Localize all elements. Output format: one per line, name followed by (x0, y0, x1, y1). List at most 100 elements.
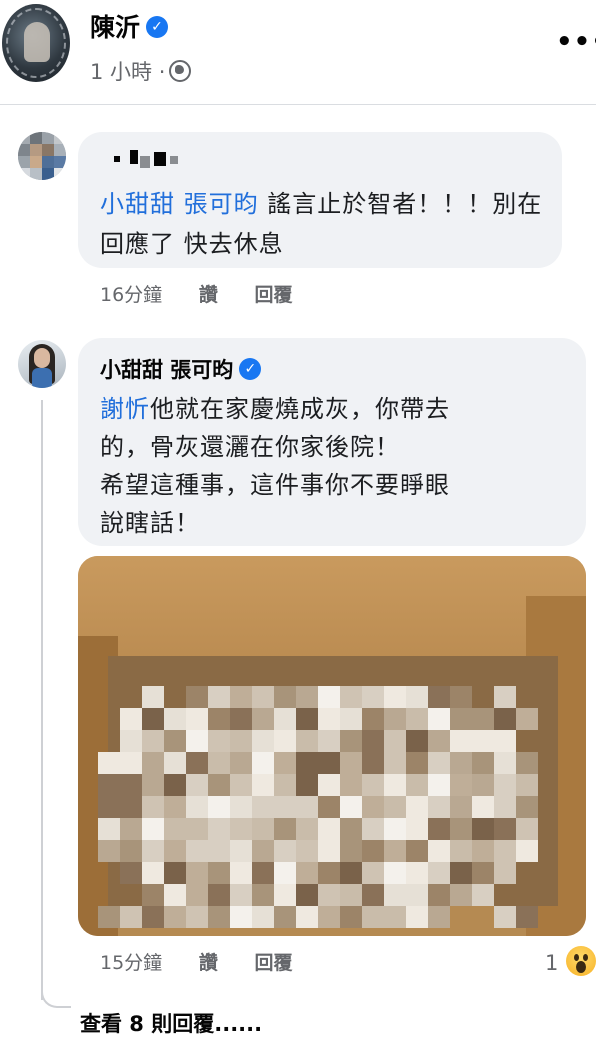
mosaic-tile (98, 752, 120, 774)
mosaic-tile (164, 818, 186, 840)
mosaic-tile (208, 818, 230, 840)
mosaic-tile (186, 774, 208, 796)
comment-text: 謝忻他就在家慶燒成灰，你帶去 的，骨灰還灑在你家後院！ 希望這種事，這件事你不要… (100, 390, 570, 542)
comment-avatar[interactable] (18, 340, 66, 388)
post-author-name[interactable]: 陳沂 ✓ (90, 12, 169, 44)
mosaic-tile (340, 708, 362, 730)
mosaic-tile (340, 686, 362, 708)
mosaic-tile (472, 730, 494, 752)
comment-author-name[interactable]: 小甜甜 張可昀 ✓ (100, 356, 262, 384)
mention-link[interactable]: 謝忻 (100, 395, 150, 423)
mosaic-tile (362, 686, 384, 708)
mosaic-tile (406, 862, 428, 884)
mosaic-tile (362, 730, 384, 752)
mosaic-tile (384, 774, 406, 796)
mosaic-tile (208, 774, 230, 796)
view-replies-link[interactable]: 查看 8 則回覆...... (80, 1010, 262, 1038)
mosaic-tile (296, 840, 318, 862)
mosaic-tile (164, 840, 186, 862)
mosaic-tile (274, 818, 296, 840)
mosaic-tile (98, 796, 120, 818)
mosaic-tile (296, 862, 318, 884)
like-button[interactable]: 讚 (199, 284, 218, 306)
mosaic-tile (186, 840, 208, 862)
attached-photo[interactable] (78, 556, 586, 936)
mention-link[interactable]: 小甜甜 張可昀 (100, 190, 259, 218)
mosaic-tile (406, 774, 428, 796)
like-button[interactable]: 讚 (199, 952, 218, 974)
mosaic-tile (450, 840, 472, 862)
mosaic-tile (252, 796, 274, 818)
comment-avatar[interactable] (18, 132, 66, 180)
mosaic-tile (120, 818, 142, 840)
mosaic-tile (120, 840, 142, 862)
reply-button[interactable]: 回覆 (254, 284, 292, 306)
mosaic-tile (494, 796, 516, 818)
mosaic-tile (494, 818, 516, 840)
more-horizontal-icon[interactable]: ••• (556, 29, 596, 55)
mosaic-tile (384, 686, 406, 708)
mosaic-tile (472, 774, 494, 796)
mosaic-tile (406, 906, 428, 928)
mosaic-tile (428, 884, 450, 906)
mosaic-tile (142, 884, 164, 906)
mosaic-tile (340, 818, 362, 840)
mosaic-tile (142, 818, 164, 840)
comment-author-name-text[interactable]: 小甜甜 張可昀 (100, 358, 233, 382)
mosaic-tile (230, 708, 252, 730)
mosaic-tile (252, 884, 274, 906)
mosaic-tile (428, 862, 450, 884)
mosaic-tile (230, 884, 252, 906)
mosaic-tile (384, 906, 406, 928)
mosaic-tile (406, 818, 428, 840)
comment-time[interactable]: 16分鐘 (100, 284, 162, 306)
mosaic-tile (428, 752, 450, 774)
mosaic-tile (164, 796, 186, 818)
mosaic-tile (428, 818, 450, 840)
mosaic-tile (186, 906, 208, 928)
mosaic-tile (230, 686, 252, 708)
mosaic-tile (142, 840, 164, 862)
verified-badge-icon: ✓ (239, 358, 262, 380)
mosaic-tile (274, 752, 296, 774)
mosaic-tile (208, 840, 230, 862)
wow-reaction-icon[interactable] (566, 946, 596, 976)
mosaic-tile (98, 906, 120, 928)
mosaic-tile (384, 818, 406, 840)
reaction-count[interactable]: 1 (545, 950, 558, 976)
mosaic-tile (450, 686, 472, 708)
post-timestamp[interactable]: 1 小時 · (90, 60, 165, 84)
reply-button[interactable]: 回覆 (254, 952, 292, 974)
mosaic-tile (120, 730, 142, 752)
mosaic-tile (450, 884, 472, 906)
comment-author-name-redacted[interactable] (100, 146, 190, 172)
mosaic-tile (274, 774, 296, 796)
mosaic-tile (164, 708, 186, 730)
mosaic-tile (318, 840, 340, 862)
mosaic-tile (296, 818, 318, 840)
mosaic-tile (186, 818, 208, 840)
mosaic-tile (252, 840, 274, 862)
mosaic-tile (450, 708, 472, 730)
mosaic-tile (516, 818, 538, 840)
mosaic-tile (186, 862, 208, 884)
post-author-name-text[interactable]: 陳沂 (90, 13, 140, 42)
mosaic-tile (142, 730, 164, 752)
mosaic-tile (362, 774, 384, 796)
mosaic-tile (362, 906, 384, 928)
mosaic-tile (340, 906, 362, 928)
mosaic-tile (274, 840, 296, 862)
mosaic-tile (406, 730, 428, 752)
mosaic-tile (208, 884, 230, 906)
mosaic-tile (230, 840, 252, 862)
mosaic-tile (186, 752, 208, 774)
mosaic-tile (208, 796, 230, 818)
mosaic-tile (186, 884, 208, 906)
author-avatar[interactable] (2, 4, 70, 82)
mosaic-tile (164, 730, 186, 752)
comment-time[interactable]: 15分鐘 (100, 952, 162, 974)
mosaic-tile (494, 840, 516, 862)
mosaic-tile (296, 774, 318, 796)
mosaic-tile (274, 796, 296, 818)
mosaic-tile (318, 862, 340, 884)
